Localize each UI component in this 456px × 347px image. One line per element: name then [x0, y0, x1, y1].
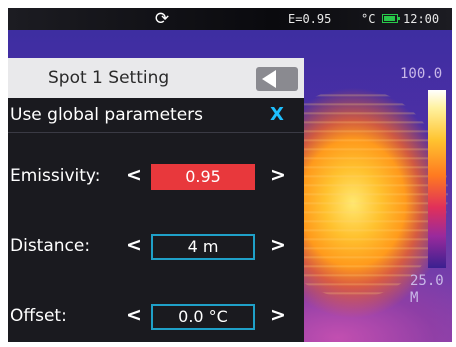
status-bar: ⟳ E=0.95 °C 12:00 — [8, 8, 452, 30]
unit-readout: °C — [361, 12, 376, 26]
scale-min-suffix: M — [410, 290, 419, 306]
distance-increase-button[interactable]: > — [270, 234, 286, 256]
refresh-icon[interactable]: ⟳ — [153, 10, 171, 28]
distance-field[interactable]: 4 m — [151, 234, 255, 260]
offset-increase-button[interactable]: > — [270, 304, 286, 326]
use-global-parameters-row[interactable]: Use global parameters X — [8, 100, 304, 130]
close-icon[interactable]: X — [270, 104, 284, 125]
emissivity-field[interactable]: 0.95 — [151, 164, 255, 190]
offset-field[interactable]: 0.0 °C — [151, 304, 255, 330]
battery-icon — [382, 14, 400, 23]
temperature-color-bar — [428, 90, 446, 268]
divider — [8, 132, 304, 133]
distance-label: Distance: — [10, 236, 91, 256]
offset-label: Offset: — [10, 306, 67, 326]
clock: 12:00 — [403, 12, 440, 26]
use-global-parameters-label: Use global parameters — [10, 105, 204, 125]
emissivity-increase-button[interactable]: > — [270, 164, 286, 186]
emissivity-decrease-button[interactable]: < — [126, 164, 142, 186]
scale-min-block: 25.0 M — [410, 273, 450, 307]
scale-max-label: 100.0 — [400, 66, 443, 82]
emissivity-readout: E=0.95 — [288, 12, 332, 26]
panel-title: Spot 1 Setting — [48, 68, 170, 88]
back-arrow-icon[interactable] — [256, 67, 298, 91]
panel-header: Spot 1 Setting — [8, 58, 304, 98]
emissivity-label: Emissivity: — [10, 166, 101, 186]
offset-decrease-button[interactable]: < — [126, 304, 142, 326]
thermal-camera-screen: ⟳ E=0.95 °C 12:00 100.0 25.0 M Spot 1 Se… — [8, 8, 452, 342]
distance-decrease-button[interactable]: < — [126, 234, 142, 256]
scale-min-label: 25.0 — [410, 273, 444, 289]
spot-settings-panel: Spot 1 Setting Use global parameters X E… — [8, 58, 304, 342]
